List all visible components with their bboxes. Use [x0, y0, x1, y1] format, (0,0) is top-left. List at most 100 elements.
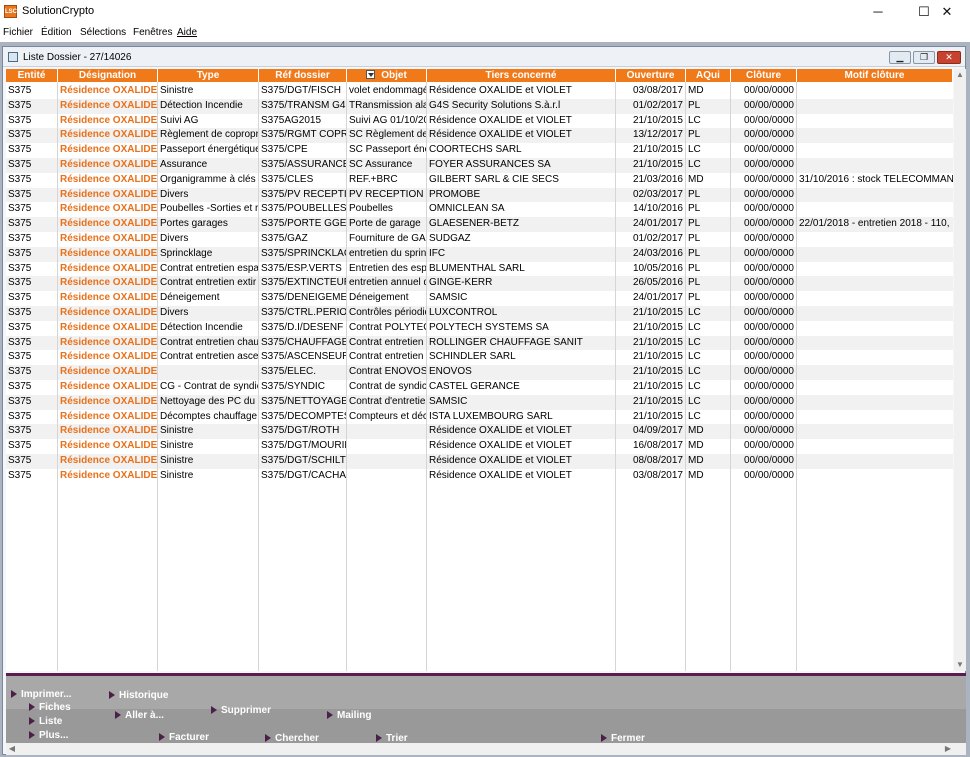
child-minimize-button[interactable]: ▁: [889, 51, 911, 64]
cell-aqui: PL: [688, 292, 701, 304]
table-row[interactable]: S375 Résidence OXALIDE Divers S375/GAZ Fourn…: [6, 232, 953, 247]
cell-ouverture: 16/08/2017: [632, 440, 683, 452]
column-header-motif-cloture[interactable]: Motif clôture: [797, 69, 953, 82]
facturer-button[interactable]: Facturer: [159, 732, 209, 743]
menu-edition[interactable]: Édition: [41, 27, 72, 38]
column-header-cloture[interactable]: Clôture: [731, 69, 797, 82]
column-header-entite[interactable]: Entité: [6, 69, 58, 82]
cell-type: Passeport énergétique: [160, 144, 259, 156]
child-restore-button[interactable]: ❐: [913, 51, 935, 64]
table-row[interactable]: S375 Résidence OXALIDE Contrat entretien e…: [6, 262, 953, 277]
cell-aqui: LC: [688, 366, 701, 378]
cell-ref-dossier: S375/EXTINCTEUR: [261, 277, 347, 289]
column-header-objet[interactable]: Objet: [347, 69, 427, 82]
cell-aqui: PL: [688, 218, 701, 230]
cell-motif-cloture: [797, 84, 953, 99]
cell-designation: Résidence OXALIDE: [60, 380, 158, 392]
table-row[interactable]: S375 Résidence OXALIDE Sinistre S375/DGT/RO…: [6, 424, 953, 440]
cell-aqui: PL: [688, 232, 701, 244]
table-row[interactable]: S375 Résidence OXALIDE Suivi AG S375AG2015 S…: [6, 114, 953, 129]
cell-objet: Contrat d'entretien: [349, 395, 427, 407]
imprimer-button[interactable]: Imprimer...: [11, 689, 72, 700]
minimize-button[interactable]: ─: [855, 0, 901, 24]
plus-button[interactable]: Plus...: [29, 730, 68, 741]
cell-type: Sinistre: [160, 425, 194, 437]
cell-entite: S375: [8, 454, 32, 466]
column-header-tiers-concerne[interactable]: Tiers concerné: [427, 69, 616, 82]
cell-designation: Résidence OXALIDE: [60, 262, 158, 274]
table-row[interactable]: S375 Résidence OXALIDE CG - Contrat de syn…: [6, 380, 953, 395]
table-row[interactable]: S375 Résidence OXALIDE Poubelles -Sorties …: [6, 202, 953, 217]
table-row[interactable]: S375 Résidence OXALIDE Décomptes chauffage…: [6, 410, 953, 425]
table-row[interactable]: S375 Résidence OXALIDE Nettoyage des PC du…: [6, 394, 953, 410]
cell-cloture: 00/00/0000: [743, 114, 794, 126]
cell-entite: S375: [8, 129, 32, 141]
table-row[interactable]: S375 Résidence OXALIDE Déneigement S375/DEN…: [6, 291, 953, 306]
dossier-grid[interactable]: Entité Désignation Type Réf dossier Objet Tie…: [6, 69, 953, 671]
scroll-right-arrow-icon[interactable]: ▶: [942, 743, 954, 755]
mailing-button[interactable]: Mailing: [327, 710, 371, 721]
table-row[interactable]: S375 Résidence OXALIDE Règlement de coprop…: [6, 128, 953, 144]
cell-objet: REF.+BRC: [349, 173, 398, 185]
column-divider: [57, 82, 58, 671]
cell-aqui: MD: [688, 425, 704, 437]
table-row[interactable]: S375 Résidence OXALIDE Contrat entretien c…: [6, 335, 953, 351]
arrow-right-icon: [211, 706, 217, 714]
table-row[interactable]: S375 Résidence OXALIDE Divers S375/CTRL.PER…: [6, 305, 953, 321]
column-header-aqui[interactable]: AQui: [686, 69, 731, 82]
cell-aqui: LC: [688, 158, 701, 170]
table-row[interactable]: S375 Résidence OXALIDE Contrat entretien a…: [6, 350, 953, 365]
cell-ref-dossier: S375/ELEC.: [261, 366, 317, 378]
table-row[interactable]: S375 Résidence OXALIDE Sinistre S375/DGT/MO…: [6, 439, 953, 454]
supprimer-button[interactable]: Supprimer: [211, 705, 271, 716]
scroll-up-arrow-icon[interactable]: ▲: [954, 69, 966, 81]
column-header-ref-dossier[interactable]: Réf dossier: [259, 69, 347, 82]
cell-ouverture: 03/08/2017: [632, 469, 683, 481]
fiches-button[interactable]: Fiches: [29, 702, 71, 713]
table-row[interactable]: S375 Résidence OXALIDE Organigramme à clés…: [6, 173, 953, 188]
cell-type: Suivi AG: [160, 114, 199, 126]
vertical-scrollbar[interactable]: ▲ ▼: [954, 69, 966, 671]
close-button[interactable]: ✕: [924, 0, 970, 24]
table-row[interactable]: S375 Résidence OXALIDE Sprincklage S375/SPR…: [6, 246, 953, 262]
scroll-down-arrow-icon[interactable]: ▼: [954, 659, 966, 671]
menu-selections[interactable]: Sélections: [80, 27, 126, 38]
table-row[interactable]: S375 Résidence OXALIDE Sinistre S375/DGT/CA…: [6, 469, 953, 484]
cell-entite: S375: [8, 321, 32, 333]
sort-dropdown-icon[interactable]: [366, 70, 376, 79]
table-row[interactable]: S375 Résidence OXALIDE S375/ELEC. Contrat E…: [6, 365, 953, 380]
menu-aide[interactable]: Aide: [177, 27, 197, 38]
cell-cloture: 00/00/0000: [743, 454, 794, 466]
cell-objet: Entretien des espa: [349, 262, 427, 274]
column-header-ouverture[interactable]: Ouverture: [616, 69, 686, 82]
aller-a-button[interactable]: Aller à...: [115, 710, 164, 721]
child-window-title: Liste Dossier - 27/14026: [23, 52, 132, 63]
cell-ref-dossier: S375/CPE: [261, 144, 308, 156]
table-row[interactable]: S375 Résidence OXALIDE Détection Incendie S…: [6, 321, 953, 336]
table-row[interactable]: S375 Résidence OXALIDE Portes garages S375/…: [6, 217, 953, 232]
cell-tiers-concerne: SAMSIC: [429, 395, 468, 407]
historique-button[interactable]: Historique: [109, 690, 168, 701]
child-close-button[interactable]: ✕: [937, 51, 961, 64]
table-row[interactable]: S375 Résidence OXALIDE Passeport énergétiq…: [6, 143, 953, 158]
column-header-type[interactable]: Type: [158, 69, 259, 82]
table-row[interactable]: S375 Résidence OXALIDE Sinistre S375/DGT/SC…: [6, 453, 953, 469]
action-panel: Imprimer... Historique Fiches Liste Plus…: [6, 676, 966, 744]
menu-fichier[interactable]: Fichier: [3, 27, 33, 38]
table-row[interactable]: S375 Résidence OXALIDE Détection Incendie S…: [6, 98, 953, 114]
liste-button[interactable]: Liste: [29, 716, 62, 727]
table-row[interactable]: S375 Résidence OXALIDE Divers S375/PV RECEP…: [6, 187, 953, 203]
cell-ref-dossier: S375/PV RECEPTI: [261, 188, 347, 200]
cell-ouverture: 01/02/2017: [632, 232, 683, 244]
table-row[interactable]: S375 Résidence OXALIDE Assurance S375/ASSUR…: [6, 157, 953, 173]
cell-objet: Contrat entretien: [349, 336, 424, 348]
table-row[interactable]: S375 Résidence OXALIDE Contrat entretien e…: [6, 276, 953, 292]
table-row[interactable]: S375 Résidence OXALIDE Sinistre S375/DGT/FI…: [6, 84, 953, 99]
menu-fenetres[interactable]: Fenêtres: [133, 27, 172, 38]
cell-entite: S375: [8, 351, 32, 363]
cell-ouverture: 10/05/2016: [632, 262, 683, 274]
column-header-designation[interactable]: Désignation: [58, 69, 158, 82]
horizontal-scrollbar[interactable]: ◀ ▶: [6, 743, 966, 755]
scroll-left-arrow-icon[interactable]: ◀: [6, 743, 18, 755]
cell-cloture: 00/00/0000: [743, 292, 794, 304]
